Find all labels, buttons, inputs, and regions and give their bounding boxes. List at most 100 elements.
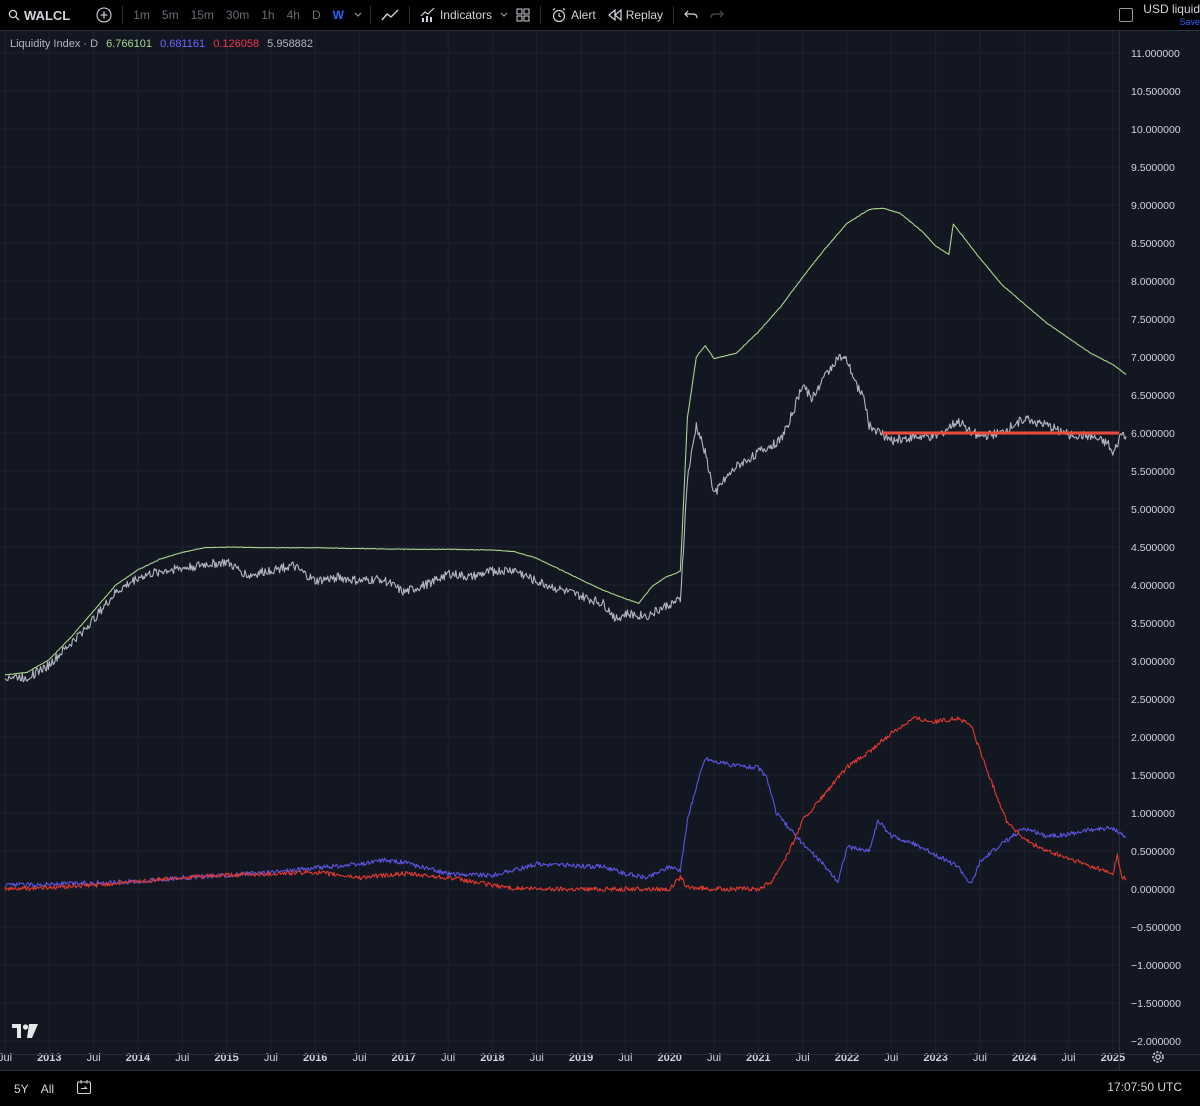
y-tick-label: 2.500000 [1131, 694, 1175, 706]
y-tick-label: 1.500000 [1131, 770, 1175, 782]
indicators-dropdown[interactable] [498, 0, 510, 30]
y-tick-label: 6.500000 [1131, 390, 1175, 402]
layout-name[interactable]: USD liquid Save [1143, 0, 1200, 29]
series-line-1 [4, 353, 1127, 683]
x-tick-label: 2025 [1101, 1052, 1125, 1064]
x-tick-label: 2023 [923, 1052, 947, 1064]
x-tick-label: 2024 [1012, 1052, 1037, 1064]
indicator-legend: Liquidity Index · D 6.766101 0.681161 0.… [10, 38, 318, 50]
series-line-0 [4, 207, 1127, 676]
interval-d[interactable]: D [306, 0, 327, 30]
legend-value-gray: 5.958882 [267, 38, 314, 50]
clock[interactable]: 17:07:50 UTC [1107, 1080, 1182, 1094]
x-tick-label: Jul [87, 1052, 101, 1064]
x-tick-label: Jul [884, 1052, 898, 1064]
gear-icon[interactable] [1150, 1049, 1166, 1065]
x-tick-label: Jul [530, 1052, 544, 1064]
x-tick-label: Jul [441, 1052, 455, 1064]
x-tick-label: 2021 [746, 1052, 770, 1064]
divider [673, 6, 675, 24]
y-tick-label: 4.500000 [1131, 542, 1175, 554]
legend-value-red: 0.126058 [213, 38, 260, 50]
interval-w[interactable]: W [327, 0, 350, 30]
y-tick-label: 11.000000 [1131, 48, 1180, 60]
save-link[interactable]: Save [1143, 16, 1200, 29]
redo-button[interactable] [704, 0, 730, 30]
redo-icon [710, 10, 724, 19]
y-tick-label: 5.000000 [1131, 504, 1175, 516]
chevron-down-icon [354, 12, 362, 17]
x-tick-label: 2017 [392, 1052, 416, 1064]
y-tick-label: 9.500000 [1131, 162, 1175, 174]
x-tick-label: 2014 [126, 1052, 151, 1064]
divider [540, 6, 541, 24]
y-tick-label: 5.500000 [1131, 466, 1175, 478]
indicators-button[interactable]: Indicators [414, 0, 498, 30]
date-range-button[interactable] [70, 1079, 98, 1098]
bottom-toolbar: 5Y All 17:07:50 UTC [0, 1070, 1200, 1106]
undo-button[interactable] [678, 0, 704, 30]
y-tick-label: 8.500000 [1131, 238, 1175, 250]
replay-button[interactable]: Replay [602, 0, 669, 30]
y-tick-label: 0.000000 [1131, 884, 1175, 896]
range-5y-button[interactable]: 5Y [8, 1082, 35, 1096]
y-tick-label: 6.000000 [1131, 428, 1175, 440]
series-line-2 [4, 756, 1127, 888]
y-tick-label: 3.000000 [1131, 656, 1175, 668]
y-tick-label: 7.000000 [1131, 352, 1175, 364]
chevron-down-icon [500, 12, 508, 17]
layouts-button[interactable] [510, 0, 536, 30]
layout-title: USD liquid [1143, 2, 1200, 16]
top-toolbar: WALCL 1m 5m 15m 30m 1h 4h D W Indicators… [0, 0, 1200, 31]
x-tick-label: Jul [0, 1052, 12, 1064]
alarm-clock-icon [552, 8, 566, 23]
y-tick-label: −2.000000 [1131, 1036, 1181, 1048]
x-tick-label: 2015 [214, 1052, 238, 1064]
x-tick-label: Jul [264, 1052, 278, 1064]
interval-1m[interactable]: 1m [127, 0, 156, 30]
x-tick-label: Jul [352, 1052, 366, 1064]
x-tick-label: 2020 [657, 1052, 681, 1064]
replay-label: Replay [625, 8, 664, 22]
chart-svg[interactable]: 11.000000 10.500000 10.000000 9.500000 9.000… [0, 31, 1200, 1070]
y-tick-label: 0.500000 [1131, 846, 1175, 858]
x-tick-label: 2019 [569, 1052, 593, 1064]
rewind-icon [607, 9, 622, 21]
x-tick-label: Jul [796, 1052, 810, 1064]
plus-circle-icon [96, 7, 112, 23]
divider [408, 6, 410, 24]
compare-add-button[interactable] [90, 0, 118, 30]
y-tick-label: 2.000000 [1131, 732, 1175, 744]
y-tick-label: 4.000000 [1131, 580, 1175, 592]
legend-value-blue: 0.681161 [160, 38, 206, 50]
alert-label: Alert [571, 8, 596, 22]
divider [369, 6, 371, 24]
interval-1h[interactable]: 1h [255, 0, 280, 30]
interval-30m[interactable]: 30m [220, 0, 255, 30]
x-tick-label: Jul [175, 1052, 189, 1064]
y-tick-label: 3.500000 [1131, 618, 1175, 630]
y-tick-label: 8.000000 [1131, 276, 1175, 288]
range-all-button[interactable]: All [35, 1082, 60, 1096]
legend-title[interactable]: Liquidity Index · D [10, 38, 98, 50]
layout-checkbox[interactable] [1119, 8, 1134, 22]
x-tick-label: Jul [707, 1052, 721, 1064]
interval-dropdown[interactable] [350, 0, 366, 30]
layout-area: USD liquid Save [1119, 0, 1200, 30]
series-line-3 [4, 716, 1127, 892]
x-tick-label: Jul [618, 1052, 632, 1064]
y-tick-label: −1.500000 [1131, 998, 1181, 1010]
grid-icon [516, 8, 530, 22]
chart-type-button[interactable] [375, 0, 405, 30]
y-tick-label: −0.500000 [1131, 922, 1181, 934]
indicators-label: Indicators [439, 8, 492, 22]
alert-button[interactable]: Alert [545, 0, 602, 30]
y-tick-label: 10.000000 [1131, 124, 1181, 136]
x-tick-label: Jul [1061, 1052, 1075, 1064]
y-tick-label: 7.500000 [1131, 314, 1175, 326]
interval-15m[interactable]: 15m [185, 0, 220, 30]
interval-4h[interactable]: 4h [281, 0, 306, 30]
symbol-search-button[interactable]: WALCL [0, 0, 76, 30]
interval-5m[interactable]: 5m [156, 0, 185, 30]
line-chart-icon [381, 9, 399, 21]
